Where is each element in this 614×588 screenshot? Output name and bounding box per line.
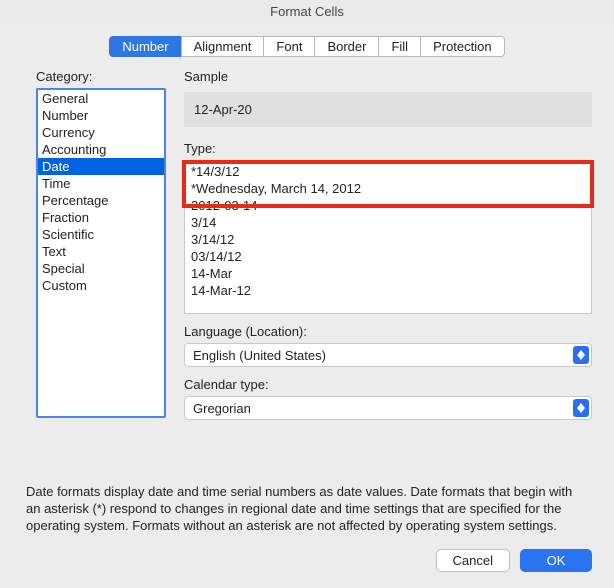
sample-label: Sample (184, 69, 592, 84)
category-item[interactable]: Currency (38, 124, 164, 141)
category-item[interactable]: Accounting (38, 141, 164, 158)
category-item[interactable]: Fraction (38, 209, 164, 226)
dropdown-arrows-icon (573, 346, 589, 364)
dropdown-arrows-icon (573, 399, 589, 417)
tab-border[interactable]: Border (314, 36, 378, 57)
calendar-label: Calendar type: (184, 377, 592, 392)
window-title: Format Cells (0, 0, 614, 24)
language-label: Language (Location): (184, 324, 592, 339)
category-item[interactable]: General (38, 90, 164, 107)
dialog-buttons: Cancel OK (0, 535, 614, 588)
calendar-select[interactable]: Gregorian (184, 396, 592, 420)
cancel-button[interactable]: Cancel (436, 549, 510, 572)
tab-fill[interactable]: Fill (378, 36, 420, 57)
footer-description: Date formats display date and time seria… (0, 478, 614, 535)
sample-value: 12-Apr-20 (184, 92, 592, 127)
type-item[interactable]: 3/14/12 (185, 231, 591, 248)
format-cells-dialog: Format Cells Number Alignment Font Borde… (0, 0, 614, 588)
category-item[interactable]: Special (38, 260, 164, 277)
category-label: Category: (36, 69, 166, 84)
category-list[interactable]: GeneralNumberCurrencyAccountingDateTimeP… (36, 88, 166, 418)
language-select[interactable]: English (United States) (184, 343, 592, 367)
type-item[interactable]: *Wednesday, March 14, 2012 (185, 180, 591, 197)
type-label: Type: (184, 141, 592, 156)
category-item[interactable]: Scientific (38, 226, 164, 243)
type-item[interactable]: *14/3/12 (185, 163, 591, 180)
type-item[interactable]: 03/14/12 (185, 248, 591, 265)
tab-font[interactable]: Font (263, 36, 314, 57)
category-item[interactable]: Text (38, 243, 164, 260)
type-list[interactable]: *14/3/12*Wednesday, March 14, 20122012-0… (184, 162, 592, 314)
tab-number[interactable]: Number (109, 36, 180, 57)
type-item[interactable]: 2012-03-14 (185, 197, 591, 214)
tab-bar: Number Alignment Font Border Fill Protec… (0, 36, 614, 57)
ok-button[interactable]: OK (520, 549, 592, 572)
category-item[interactable]: Custom (38, 277, 164, 294)
type-item[interactable]: 14-Mar (185, 265, 591, 282)
category-item[interactable]: Time (38, 175, 164, 192)
category-item[interactable]: Percentage (38, 192, 164, 209)
calendar-value: Gregorian (193, 401, 251, 416)
type-item[interactable]: 14-Mar-12 (185, 282, 591, 299)
type-item[interactable]: 3/14 (185, 214, 591, 231)
language-value: English (United States) (193, 348, 326, 363)
category-item[interactable]: Date (38, 158, 164, 175)
tab-alignment[interactable]: Alignment (181, 36, 264, 57)
category-item[interactable]: Number (38, 107, 164, 124)
tab-protection[interactable]: Protection (420, 36, 505, 57)
